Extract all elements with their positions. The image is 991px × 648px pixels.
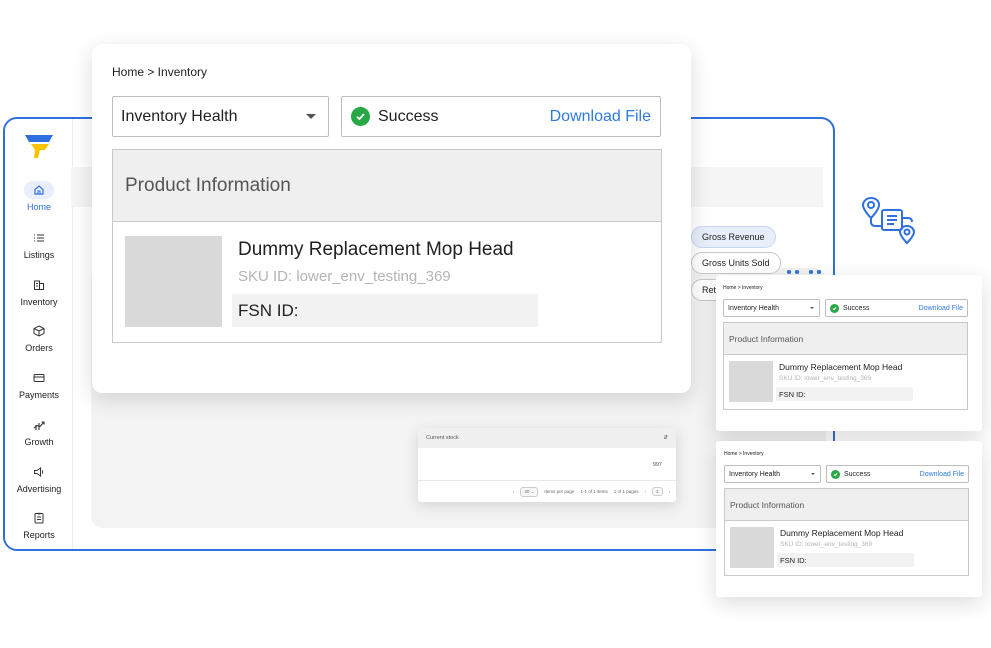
download-file-link[interactable]: Download File: [550, 108, 651, 126]
report-type-select[interactable]: Inventory Health: [724, 465, 821, 483]
sidebar-item-home[interactable]: Home: [5, 181, 73, 212]
breadcrumb[interactable]: Home > Inventory: [112, 65, 207, 79]
product-name: Dummy Replacement Mop Head: [779, 362, 903, 372]
sidebar-item-label: Advertising: [16, 484, 62, 494]
range-label: 1-1 of 1 items: [580, 489, 608, 494]
stock-table: Current stock ⇵ 997 ‹ 30 ⌄ Items per pag…: [418, 428, 676, 502]
product-info-panel: Product Information Dummy Replacement Mo…: [723, 322, 968, 410]
sku-id: SKU ID: lower_env_testing_369: [238, 268, 451, 285]
chip-gross-revenue[interactable]: Gross Revenue: [691, 226, 776, 248]
card-icon: [24, 369, 54, 387]
report-type-value: Inventory Health: [728, 304, 779, 312]
sidebar-item-advertising[interactable]: Advertising: [5, 463, 73, 494]
sku-id: SKU ID: lower_env_testing_369: [780, 541, 873, 548]
check-circle-icon: [831, 469, 840, 479]
column-header-current-stock: Current stock: [426, 435, 459, 441]
growth-icon: [24, 416, 54, 434]
sidebar-item-payments[interactable]: Payments: [5, 369, 73, 400]
chevron-down-icon: [810, 307, 814, 309]
sidebar-item-label: Listings: [23, 250, 55, 260]
next-page-icon[interactable]: ›: [669, 489, 671, 494]
sidebar-item-listings[interactable]: Listings: [5, 229, 73, 260]
sidebar-item-label: Home: [26, 202, 51, 212]
megaphone-icon: [24, 463, 54, 481]
status-text: Success: [843, 304, 870, 312]
fsn-id: FSN ID:: [776, 387, 913, 401]
sidebar-item-reports[interactable]: Reports: [5, 509, 73, 540]
status-text: Success: [378, 107, 439, 125]
sort-icon[interactable]: ⇵: [663, 435, 668, 441]
chip-gross-units-sold[interactable]: Gross Units Sold: [691, 252, 781, 274]
download-status: Success Download File: [826, 465, 969, 483]
section-title: Product Information: [113, 150, 661, 222]
chart-legend-dots: [787, 270, 821, 274]
sidebar-item-orders[interactable]: Orders: [5, 322, 73, 353]
stock-value: 997: [652, 462, 662, 468]
download-file-link[interactable]: Download File: [919, 305, 963, 312]
report-type-select[interactable]: Inventory Health: [112, 96, 329, 137]
inventory-card-small-2: Home > Inventory Inventory Health Succes…: [716, 441, 982, 597]
fsn-id: FSN ID:: [232, 294, 538, 327]
pagination: ‹ 30 ⌄ Items per page 1-1 of 1 items 1 o…: [418, 480, 676, 502]
fsn-id: FSN ID:: [777, 553, 914, 567]
inventory-card-main: Home > Inventory Inventory Health Succes…: [92, 44, 691, 393]
current-page[interactable]: 1: [651, 487, 663, 496]
app-logo: [25, 135, 53, 158]
report-icon: [24, 509, 54, 527]
chevron-down-icon: [306, 114, 316, 119]
product-image: [125, 236, 222, 327]
prev-page-icon[interactable]: ‹: [644, 489, 646, 494]
section-title: Product Information: [725, 489, 968, 521]
product-name: Dummy Replacement Mop Head: [780, 528, 904, 538]
check-circle-icon: [351, 107, 370, 126]
chevron-down-icon: [811, 473, 815, 475]
table-header: Current stock ⇵: [418, 428, 676, 448]
product-info-panel: Product Information Dummy Replacement Mo…: [724, 488, 969, 576]
sidebar-item-label: Reports: [23, 530, 55, 540]
page-size-select[interactable]: 30 ⌄: [520, 486, 539, 497]
section-title: Product Information: [724, 323, 967, 355]
sidebar-item-label: Payments: [18, 390, 60, 400]
report-type-select[interactable]: Inventory Health: [723, 299, 820, 317]
download-status: Success Download File: [825, 299, 968, 317]
delivery-map-icon: [861, 196, 916, 245]
sidebar-item-growth[interactable]: Growth: [5, 416, 73, 447]
sidebar: Home Listings Inventory Orders Payments: [5, 119, 73, 549]
download-file-link[interactable]: Download File: [920, 471, 964, 478]
sku-id: SKU ID: lower_env_testing_369: [779, 375, 872, 382]
product-image: [730, 527, 774, 568]
package-icon: [24, 322, 54, 340]
breadcrumb[interactable]: Home > Inventory: [724, 451, 764, 457]
pages-label: 1 of 1 pages: [613, 489, 639, 494]
breadcrumb[interactable]: Home > Inventory: [723, 285, 763, 291]
sidebar-item-label: Growth: [24, 437, 54, 447]
first-page-icon[interactable]: ‹: [513, 489, 515, 494]
items-per-page-label: Items per page: [544, 489, 575, 494]
sidebar-item-inventory[interactable]: Inventory: [5, 276, 73, 307]
list-icon: [24, 229, 54, 247]
home-icon: [24, 181, 54, 199]
status-text: Success: [844, 470, 871, 478]
building-icon: [24, 276, 54, 294]
product-image: [729, 361, 773, 402]
report-type-value: Inventory Health: [121, 107, 238, 125]
sidebar-item-label: Inventory: [20, 297, 58, 307]
product-info-panel: Product Information Dummy Replacement Mo…: [112, 149, 662, 343]
report-type-value: Inventory Health: [729, 470, 780, 478]
product-name: Dummy Replacement Mop Head: [238, 239, 514, 260]
download-status: Success Download File: [341, 96, 661, 137]
sidebar-item-label: Orders: [25, 343, 53, 353]
check-circle-icon: [830, 303, 839, 313]
inventory-card-small-1: Home > Inventory Inventory Health Succes…: [716, 275, 982, 431]
